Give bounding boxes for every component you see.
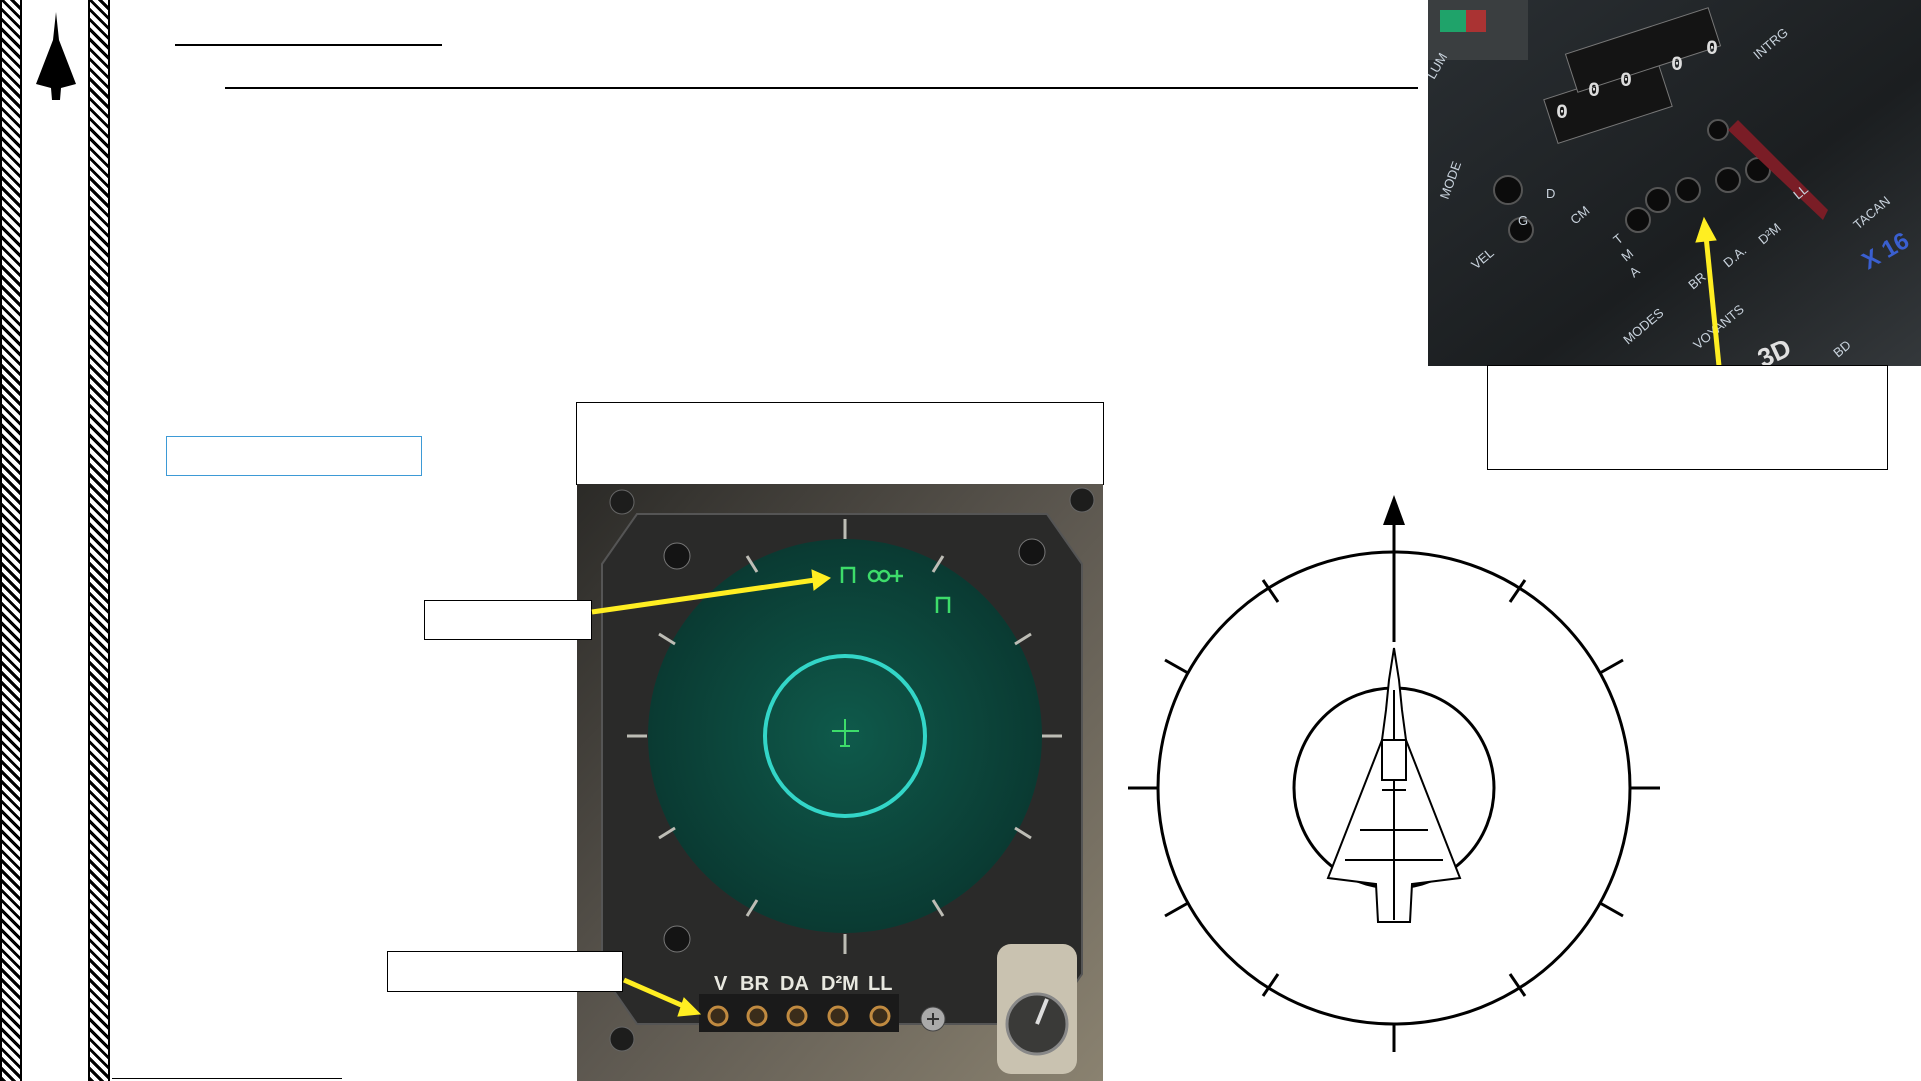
- mode-label-v: V: [714, 973, 728, 995]
- mode-label-da: DA: [780, 973, 809, 995]
- delta-wing-aircraft-icon: [30, 10, 82, 102]
- svg-text:0: 0: [1706, 38, 1718, 61]
- symbols-callout: [424, 600, 592, 640]
- bottom-rule: [112, 1078, 342, 1079]
- radar-display-photo: V BR DA D²M LL: [577, 484, 1103, 1081]
- svg-text:0: 0: [1671, 54, 1683, 77]
- cockpit-panel-photo: 0 0 0 0 0 LUM MODE D G VEL CM T M A BR D…: [1428, 0, 1921, 366]
- buttons-callout: [387, 951, 623, 992]
- svg-text:0: 0: [1588, 80, 1600, 103]
- mode-label-ll: LL: [868, 973, 892, 995]
- sidebar-left-rail: [0, 0, 22, 1081]
- aircraft-topview-diagram: [1120, 490, 1660, 1060]
- photo-caption-box: [1487, 365, 1888, 470]
- subtitle-underline: [225, 87, 1418, 89]
- svg-text:0: 0: [1620, 70, 1632, 93]
- title-underline: [175, 44, 442, 46]
- svg-text:0: 0: [1556, 102, 1568, 125]
- display-caption-box: [576, 402, 1104, 485]
- svg-text:G: G: [1518, 213, 1528, 228]
- mode-label-br: BR: [740, 973, 769, 995]
- svg-text:D: D: [1546, 186, 1555, 201]
- aircraft-topview-icon: [1326, 647, 1462, 923]
- side-link-box[interactable]: [166, 436, 422, 476]
- sidebar-right-rail: [88, 0, 110, 1081]
- mode-label-d2m: D²M: [821, 973, 859, 995]
